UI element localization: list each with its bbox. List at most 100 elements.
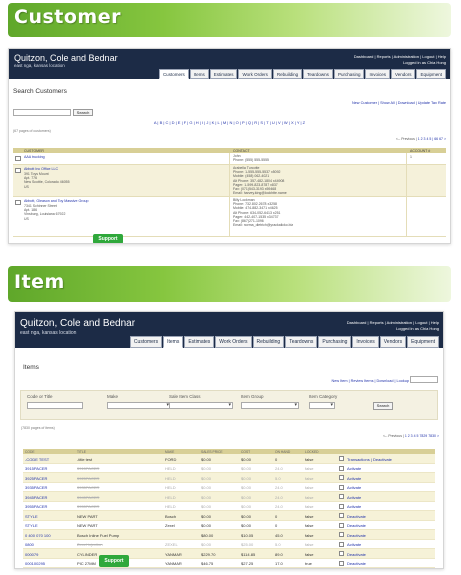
table-row[interactable]: 0800 Zexel injection ZEXEL $0.00 $25.00 5.0 fa… [23,540,435,549]
item-detail-icon[interactable] [339,541,344,547]
item-action-link[interactable]: Activate [347,466,361,471]
customer-actions-links[interactable]: New Customer | Show All | Download | Upd… [352,101,446,105]
make-select[interactable] [107,402,171,409]
item-action-link[interactable]: Activate [347,485,361,490]
item-code-link[interactable]: 3945PACER [25,495,47,500]
item-pager[interactable]: <-- Previous | 1 2 3 4 5 7829 7830 > [383,434,439,438]
support-button[interactable]: Support [99,555,129,567]
item-action-link[interactable]: Deactivate [347,561,366,566]
item-group-select[interactable] [241,402,299,409]
tab-rebuilding[interactable]: Rebuilding [252,336,285,348]
code-title-input[interactable] [27,402,83,409]
pager-next[interactable]: 7829 7830 > [419,434,439,438]
table-row[interactable]: 3945PACER 3945PACER HELD $0.00 $0.00 24.0 fals… [23,492,435,502]
item-detail-icon[interactable] [339,522,344,528]
tab-customers[interactable]: Customers [129,336,163,348]
table-row[interactable]: Abbott, Gleason and Toy Massive Group 73… [13,197,446,237]
tab-items[interactable]: Items [189,69,209,79]
item-detail-icon[interactable] [339,465,344,471]
edit-icon[interactable] [15,168,21,173]
item-detail-icon[interactable] [339,475,344,480]
pager-pages[interactable]: 1 2 3 4 5 [405,434,419,438]
item-code-link[interactable]: 000079 [25,552,38,557]
tab-work-orders[interactable]: Work Orders [215,336,252,348]
item-code-link[interactable]: STYLE [25,514,38,519]
edit-icon[interactable] [15,156,21,161]
tab-estimates[interactable]: Estimates [209,69,238,79]
customer-search-input[interactable] [13,109,71,116]
item-code-link[interactable]: 000100295 [25,561,45,566]
table-row[interactable]: -CODE TEST -title test FORD $0.00 $0.00 0 fals… [23,454,435,464]
customer-pager[interactable]: <-- Previous | 1 2 3 4 5 | 66 67 > [396,137,446,141]
tab-teardowns[interactable]: Teardowns [285,336,318,348]
table-row[interactable]: 3925PACER 3925PACER HELD $0.00 $0.00 5.0 false… [23,473,435,483]
table-row[interactable]: STYLE NEW PART Bosch $0.00 $0.00 0 false Deacti… [23,511,435,521]
item-action-link[interactable]: Activate [347,495,361,500]
tab-equipment[interactable]: Equipment [416,69,446,79]
tab-invoices[interactable]: Invoices [352,336,379,348]
item-detail-icon[interactable] [339,551,344,556]
item-detail-icon[interactable] [339,484,344,490]
item-action-link[interactable]: Deactivate [347,514,366,519]
table-row[interactable]: Abbott Inc Office LLC 391 Toys Mount Apt… [13,165,446,197]
tab-purchasing[interactable]: Purchasing [318,336,352,348]
item-code-link[interactable]: 3925PACER [25,476,47,481]
table-row[interactable]: 000079 CYLINDER YANMAR $229.70 $114.85 89.0 fa… [23,549,435,559]
customer-search-button[interactable]: Search [73,109,93,116]
item-code-link[interactable]: 3935PACER [25,485,47,490]
item-code-link[interactable]: STYLE [25,523,38,528]
alphabet-filter[interactable]: A | B | C | D | E | F | G | H | I | J | … [9,120,450,125]
item-code-link[interactable]: 0800 [25,542,34,547]
pager-previous[interactable]: <-- Previous | [383,434,404,438]
tab-rebuilding[interactable]: Rebuilding [272,69,303,79]
table-row[interactable]: 3955PACER 3955PACER HELD $0.00 $0.00 24.0 fals… [23,502,435,511]
item-action-link[interactable]: Activate [347,476,361,481]
tab-invoices[interactable]: Invoices [365,69,390,79]
tab-items[interactable]: Items [163,336,184,348]
customer-name-link[interactable]: Abbott Inc Office LLC [24,167,58,171]
item-action-link[interactable]: Deactivate [347,523,366,528]
tab-vendors[interactable]: Vendors [390,69,416,79]
item-detail-icon[interactable] [339,532,344,537]
item-action-link[interactable]: Activate [347,504,361,509]
tab-equipment[interactable]: Equipment [407,336,439,348]
support-button[interactable]: Support [93,234,123,243]
item-code-link[interactable]: 0 400 070 100 [25,533,51,538]
top-links[interactable]: Dashboard | Reports | Administration | L… [347,320,439,332]
customer-name-link[interactable]: AAA trucking [24,155,45,159]
table-row[interactable]: 3935PACER 3935PACER HELD $0.00 $0.00 24.0 fals… [23,483,435,492]
item-detail-icon[interactable] [339,456,344,461]
item-actions-links[interactable]: New Item | Review Items | Download | Loo… [332,379,409,383]
pager-next[interactable]: | 66 67 > [432,137,446,141]
item-action-link[interactable]: Deactivate [347,533,366,538]
top-links[interactable]: Dashboard | Reports | Administration | L… [354,54,446,66]
item-code-link[interactable]: 3955PACER [25,504,47,509]
item-search-button[interactable]: Search [373,402,393,410]
item-action-link[interactable]: Deactivate [347,552,366,557]
item-code-link[interactable]: 3915PACER [25,466,47,471]
edit-icon[interactable] [15,200,21,205]
pager-pages[interactable]: 1 2 3 4 5 [418,137,432,141]
lookup-input[interactable] [410,376,438,383]
table-row[interactable]: 3915PACER 3915PACER HELD $0.00 $0.00 24.0 fals… [23,464,435,473]
item-detail-icon[interactable] [339,560,344,566]
item-detail-icon[interactable] [339,494,344,499]
item-code-link[interactable]: -CODE TEST [25,457,49,462]
table-row[interactable]: 000100295 PIC 27MM YANMAR $46.75 $27.25 17.0 t… [23,559,435,568]
item-category-select[interactable] [309,402,335,409]
tab-purchasing[interactable]: Purchasing [333,69,365,79]
item-action-link[interactable]: Transactions | Deactivate [347,457,392,462]
tab-estimates[interactable]: Estimates [184,336,215,348]
pager-previous[interactable]: <-- Previous | [396,137,417,141]
tab-vendors[interactable]: Vendors [379,336,407,348]
table-row[interactable]: STYLE NEW PART Zexel $0.00 $0.00 0 false Deacti… [23,521,435,530]
table-row[interactable]: AAA trucking John Phone: (555) 555-5555 … [13,153,446,165]
tab-teardowns[interactable]: Teardowns [303,69,333,79]
tab-customers[interactable]: Customers [158,69,189,79]
item-detail-icon[interactable] [339,513,344,518]
customer-name-link[interactable]: Abbott, Gleason and Toy Massive Group [24,199,88,203]
item-action-link[interactable]: Activate [347,542,361,547]
sale-item-class-select[interactable] [169,402,233,409]
table-row[interactable]: 0 400 070 100 Bosch Inline Fuel Pump $80.0… [23,530,435,540]
item-detail-icon[interactable] [339,503,344,509]
